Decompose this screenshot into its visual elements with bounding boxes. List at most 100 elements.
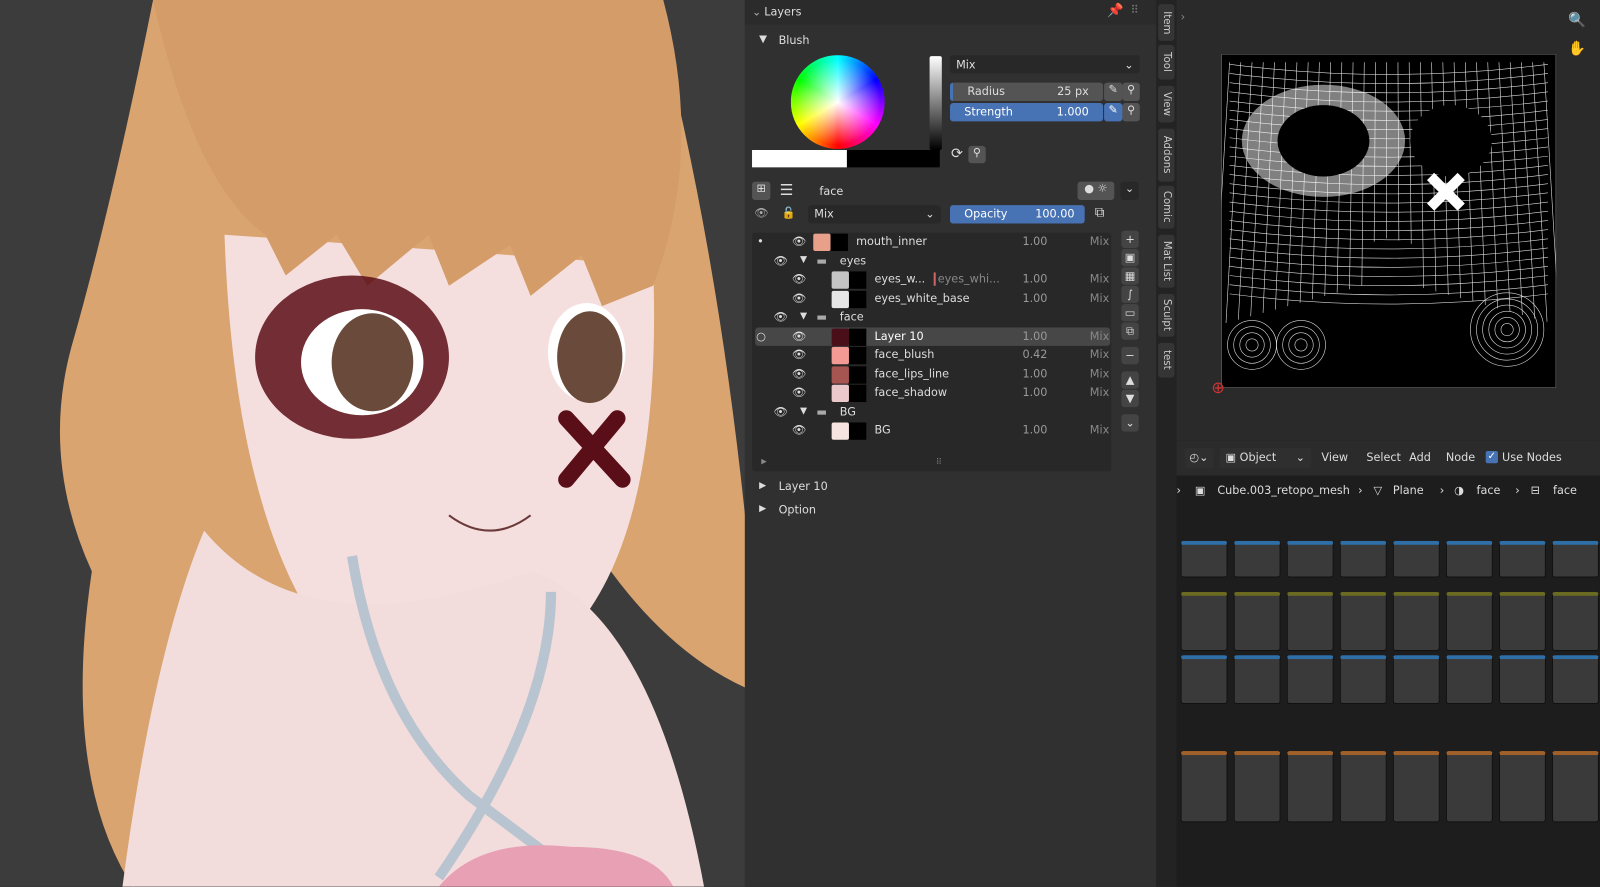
expand-triangle-icon[interactable]: ▶ (759, 504, 766, 514)
shader-node[interactable] (1339, 591, 1387, 652)
shader-node[interactable] (1339, 655, 1387, 705)
shader-node[interactable] (1392, 655, 1440, 705)
pan-hand-icon[interactable]: ✋ (1568, 41, 1586, 57)
curve-button[interactable]: ∫ (1121, 285, 1139, 304)
expand-triangle-icon[interactable]: ▼ (800, 311, 807, 321)
pressure-icon[interactable]: ✎ (1104, 103, 1123, 122)
node-canvas[interactable] (1177, 540, 1600, 887)
sidebar-tab[interactable]: Item (1158, 4, 1175, 41)
shader-node[interactable] (1233, 540, 1281, 578)
sidebar-tab[interactable]: test (1158, 342, 1175, 378)
alpha-layer-button[interactable]: ▦ (1121, 267, 1139, 285)
eye-icon[interactable]: 👁 (792, 423, 806, 436)
layer-blend-dropdown[interactable]: Mix ⌄ (808, 205, 941, 224)
swap-colors-icon[interactable]: ⟳ (951, 146, 963, 162)
drag-handle-icon[interactable]: ⠿ (1131, 3, 1139, 16)
layer-color-swatch[interactable] (831, 422, 849, 440)
shader-node[interactable] (1498, 655, 1546, 705)
strength-field[interactable]: Strength 1.000 (949, 103, 1104, 122)
eye-icon[interactable]: 👁 (792, 291, 806, 304)
layer-name[interactable]: eyes_w... (874, 272, 925, 285)
breadcrumb-nodetree[interactable]: face (1553, 484, 1577, 497)
merge-button[interactable]: ⧉ (1121, 322, 1139, 340)
shader-node[interactable] (1233, 751, 1281, 823)
layer-row[interactable]: 👁 eyes_white_base 1.00 Mix (755, 289, 1110, 308)
eye-icon[interactable]: 👁 (792, 367, 806, 380)
fill-layer-button[interactable]: ▣ (1121, 248, 1139, 267)
layer-group[interactable]: 👁 ▼ ▬ eyes (755, 252, 1110, 270)
value-slider[interactable] (929, 56, 942, 150)
shader-node[interactable] (1286, 751, 1334, 823)
shader-node[interactable] (1180, 540, 1228, 578)
node-editor[interactable]: ◴⌄ ▣ Object ⌄ View Select Add Node ✓ Use … (1176, 440, 1600, 887)
more-options-button[interactable]: ⌄ (1121, 414, 1139, 432)
shader-node[interactable] (1445, 655, 1493, 705)
image-editor[interactable]: › 🔍 ✋ ⊕ (1176, 0, 1600, 439)
shader-node[interactable] (1552, 540, 1599, 578)
sidebar-tab[interactable]: Comic (1158, 185, 1175, 229)
layer-row[interactable]: 👁 face_shadow 1.00 Mix (755, 384, 1110, 403)
eye-icon[interactable]: 👁 (792, 272, 806, 285)
expand-triangle-icon[interactable]: ▶ (759, 481, 766, 491)
layer-mask-thumbnail[interactable] (830, 233, 848, 252)
editor-type-icon[interactable]: ◴⌄ (1184, 447, 1214, 469)
sidebar-tab[interactable]: Mat List (1158, 234, 1175, 288)
shader-node[interactable] (1233, 655, 1281, 705)
layer-color-swatch[interactable] (831, 328, 849, 346)
sidebar-tab[interactable]: Tool (1158, 44, 1175, 80)
pin-icon[interactable]: 📌 (1107, 3, 1124, 18)
sidebar-tab[interactable]: Addons (1158, 128, 1175, 182)
move-up-button[interactable]: ▲ (1121, 371, 1139, 389)
shader-node[interactable] (1233, 591, 1281, 652)
primary-color-swatch[interactable] (752, 149, 847, 168)
shader-node[interactable] (1286, 591, 1334, 652)
lock-icon[interactable]: 🔓 (782, 206, 796, 219)
shader-node[interactable] (1498, 751, 1546, 823)
shader-node[interactable] (1552, 751, 1599, 823)
expand-triangle-icon[interactable]: ▼ (800, 406, 807, 416)
move-down-button[interactable]: ▼ (1121, 389, 1139, 408)
shader-node[interactable] (1180, 591, 1228, 652)
radius-field[interactable]: Radius 25 px (949, 82, 1104, 102)
layer-name[interactable]: BG (874, 423, 890, 436)
layer-name[interactable]: face_shadow (874, 386, 947, 399)
breadcrumb-object[interactable]: Cube.003_retopo_mesh (1217, 484, 1350, 497)
eye-icon[interactable]: 👁 (773, 405, 787, 418)
eye-icon[interactable]: 👁 (792, 348, 806, 361)
blend-mode-dropdown[interactable]: Mix ⌄ (949, 55, 1140, 74)
expand-filter-icon[interactable]: ▶ (761, 457, 767, 465)
3d-viewport[interactable] (0, 0, 745, 887)
layer-color-swatch[interactable] (831, 384, 849, 403)
add-layer-button[interactable]: + (1121, 230, 1139, 248)
color-wheel[interactable] (790, 55, 885, 149)
layer-name[interactable]: face_blush (874, 348, 934, 361)
pressure-icon[interactable]: ✎ (1104, 82, 1123, 102)
brush-setting-icon[interactable]: ⚲ (1122, 82, 1140, 102)
layer-group[interactable]: 👁 ▼ ▬ BG (755, 403, 1110, 421)
remove-layer-button[interactable]: − (1121, 346, 1139, 365)
eye-icon[interactable]: 👁 (792, 329, 806, 342)
layer-mask-thumbnail[interactable] (848, 290, 867, 308)
shader-node[interactable] (1392, 591, 1440, 652)
shader-node[interactable] (1286, 540, 1334, 578)
resize-handle-icon[interactable]: ⠿ (936, 457, 942, 466)
layer-color-swatch[interactable] (831, 290, 849, 308)
layer-row[interactable]: 👁 face_lips_line 1.00 Mix (755, 365, 1110, 384)
chevron-right-icon[interactable]: › (1181, 10, 1185, 23)
menu-icon[interactable]: ☰ (780, 181, 794, 199)
object-mode-dropdown[interactable]: ▣ Object ⌄ (1219, 447, 1312, 469)
subpanel-layer10[interactable]: Layer 10 (779, 480, 828, 493)
layer-mask-thumbnail[interactable] (848, 365, 867, 384)
duplicate-icon[interactable]: ⧉ (1095, 205, 1104, 220)
shader-node[interactable] (1339, 540, 1387, 578)
shader-node[interactable] (1392, 751, 1440, 823)
layer-row[interactable]: • 👁 mouth_inner 1.00 Mix (755, 233, 1110, 252)
shader-node[interactable] (1498, 540, 1546, 578)
shader-node[interactable] (1445, 540, 1493, 578)
layer-mask-thumbnail[interactable] (848, 271, 867, 289)
layer-mask-thumbnail[interactable] (848, 328, 867, 346)
shader-node[interactable] (1552, 655, 1599, 705)
secondary-color-swatch[interactable] (846, 149, 940, 168)
shader-node[interactable] (1180, 751, 1228, 823)
layer-name[interactable]: face_lips_line (874, 367, 949, 380)
